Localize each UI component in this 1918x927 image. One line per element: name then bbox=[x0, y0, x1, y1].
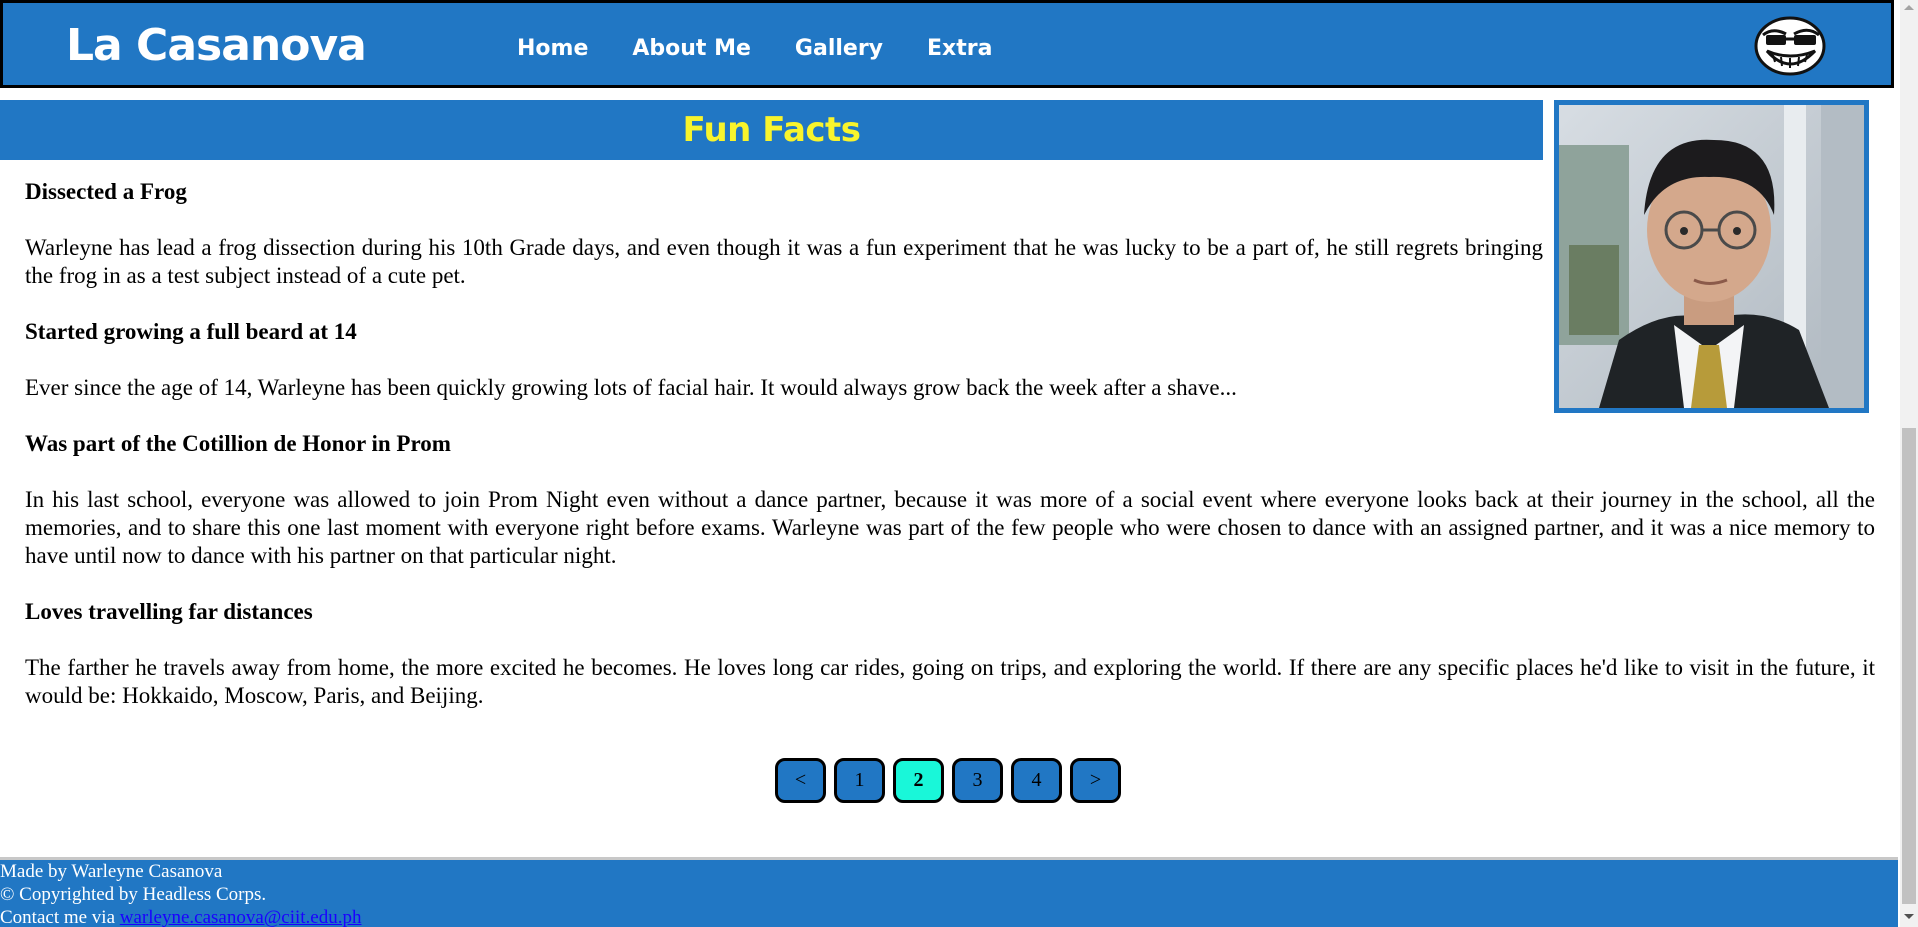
site-header: La Casanova Home About Me Gallery Extra bbox=[0, 0, 1894, 88]
footer-email-link[interactable]: warleyne.casanova@ciit.edu.ph bbox=[120, 907, 362, 927]
trollface-icon bbox=[1754, 16, 1826, 76]
footer-copyright: © Copyrighted by Headless Corps. bbox=[0, 884, 267, 905]
fact-section-prom: Was part of the Cotillion de Honor in Pr… bbox=[25, 430, 1875, 570]
pagination: < 1 2 3 4 > bbox=[775, 758, 1129, 803]
fact-heading: Started growing a full beard at 14 bbox=[25, 319, 357, 344]
scroll-up-icon[interactable] bbox=[1904, 5, 1914, 10]
fact-heading: Dissected a Frog bbox=[25, 179, 187, 204]
fun-facts-banner: Fun Facts bbox=[0, 100, 1543, 160]
fact-heading: Was part of the Cotillion de Honor in Pr… bbox=[25, 431, 451, 456]
fact-body: In his last school, everyone was allowed… bbox=[25, 487, 1875, 568]
page-2-button[interactable]: 2 bbox=[893, 758, 944, 803]
fact-body: The farther he travels away from home, t… bbox=[25, 655, 1875, 708]
main-nav: Home About Me Gallery Extra bbox=[517, 33, 1036, 65]
page-3-button[interactable]: 3 bbox=[952, 758, 1003, 803]
footer-contact-prefix: Contact me via bbox=[0, 907, 120, 927]
nav-gallery[interactable]: Gallery bbox=[795, 33, 883, 65]
fact-body: Warleyne has lead a frog dissection duri… bbox=[25, 235, 1543, 288]
fact-section-travel: Loves travelling far distances The farth… bbox=[25, 598, 1875, 710]
fact-section-beard: Started growing a full beard at 14 Ever … bbox=[25, 318, 1543, 402]
footer-made-by: Made by Warleyne Casanova bbox=[0, 861, 223, 882]
next-page-button[interactable]: > bbox=[1070, 758, 1121, 803]
page-title: Fun Facts bbox=[682, 110, 861, 150]
page-4-button[interactable]: 4 bbox=[1011, 758, 1062, 803]
scroll-thumb[interactable] bbox=[1902, 428, 1916, 904]
nav-home[interactable]: Home bbox=[517, 33, 588, 65]
fact-heading: Loves travelling far distances bbox=[25, 599, 313, 624]
nav-about-me[interactable]: About Me bbox=[632, 33, 751, 65]
footer-contact: Contact me via warleyne.casanova@ciit.ed… bbox=[0, 906, 1898, 927]
site-footer: Made by Warleyne Casanova © Copyrighted … bbox=[0, 857, 1898, 927]
site-brand[interactable]: La Casanova bbox=[66, 17, 367, 75]
page-scrollbar[interactable] bbox=[1900, 0, 1918, 927]
fact-body: Ever since the age of 14, Warleyne has b… bbox=[25, 375, 1237, 400]
nav-extra[interactable]: Extra bbox=[927, 33, 992, 65]
fact-section-frog: Dissected a Frog Warleyne has lead a fro… bbox=[25, 178, 1543, 290]
prev-page-button[interactable]: < bbox=[775, 758, 826, 803]
facts-content: Dissected a Frog Warleyne has lead a fro… bbox=[25, 178, 1875, 738]
scroll-down-icon[interactable] bbox=[1904, 914, 1914, 919]
page-1-button[interactable]: 1 bbox=[834, 758, 885, 803]
